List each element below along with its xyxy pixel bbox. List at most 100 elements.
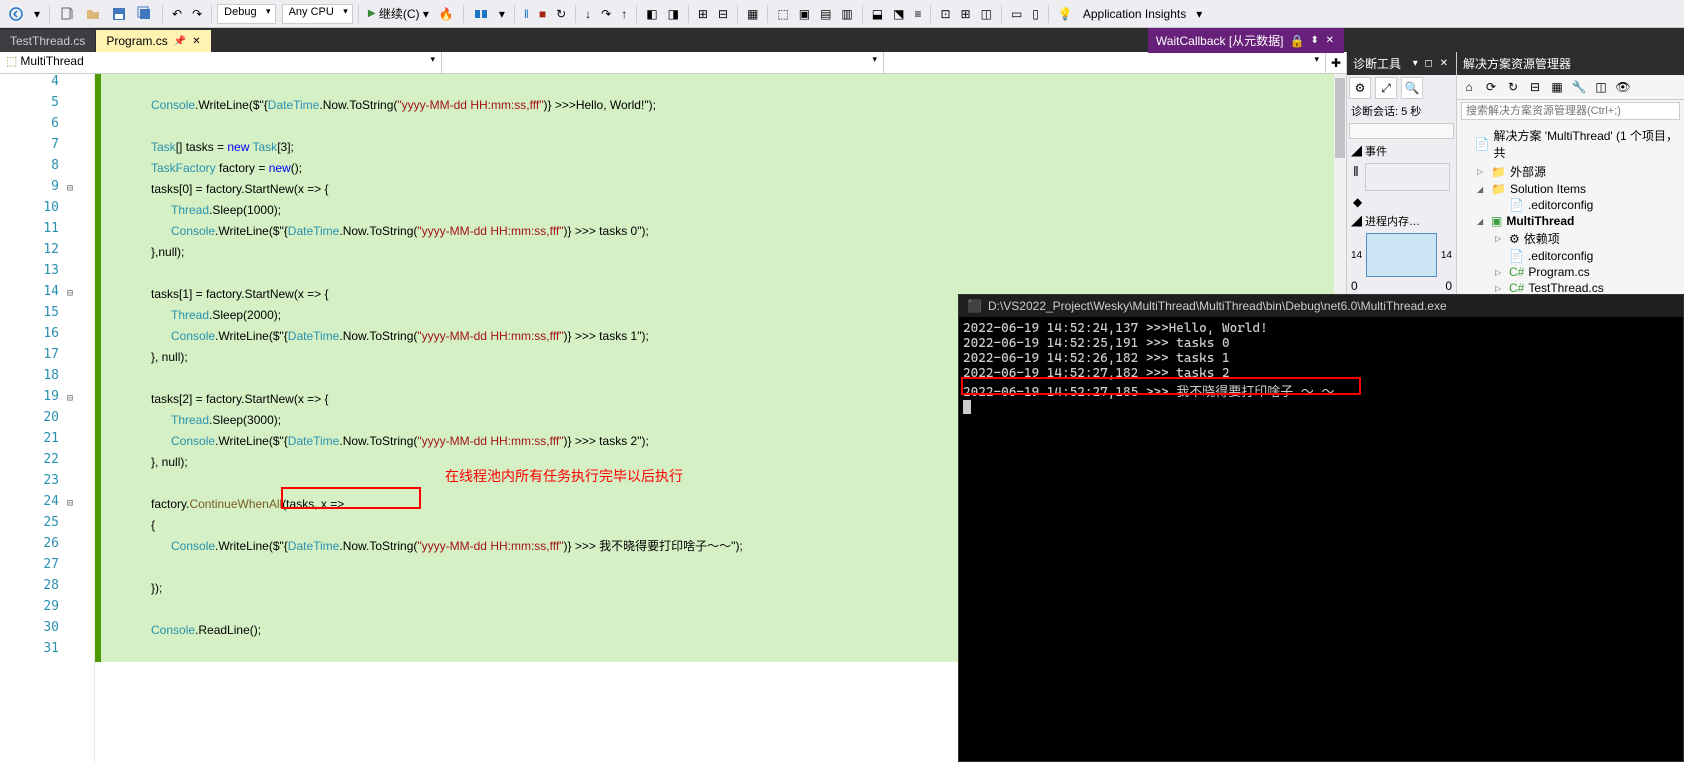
- code-line[interactable]: Task[] tasks = new Task[3];: [101, 137, 1334, 158]
- tree-deps[interactable]: ▷ ⚙ 依赖项: [1459, 229, 1682, 248]
- tool-icon-l[interactable]: ≡: [910, 3, 925, 25]
- diag-settings-icon[interactable]: ⚙: [1349, 77, 1371, 99]
- app-insights-drop[interactable]: ▾: [1192, 3, 1206, 25]
- restart-icon[interactable]: ↻: [552, 3, 570, 25]
- tree-solitems[interactable]: ◢ 📁 Solution Items: [1459, 181, 1682, 197]
- expand-icon[interactable]: ▷: [1477, 167, 1487, 176]
- tree-external[interactable]: ▷ 📁 外部源: [1459, 162, 1682, 181]
- undo-icon[interactable]: ↶: [168, 3, 186, 25]
- step-into-icon[interactable]: ↓: [581, 3, 595, 25]
- panel-controls[interactable]: ▾ ◻ ✕: [1413, 58, 1450, 69]
- code-line[interactable]: tasks[0] = factory.StartNew(x => {: [101, 179, 1334, 200]
- console-title-bar[interactable]: ⬛ D:\VS2022_Project\Wesky\MultiThread\Mu…: [959, 295, 1683, 317]
- nav-scope[interactable]: ⬚ MultiThread: [0, 52, 442, 73]
- expand-icon[interactable]: ◢: [1477, 217, 1487, 226]
- code-line[interactable]: Console.WriteLine($"{DateTime.Now.ToStri…: [101, 95, 1334, 116]
- sol-props-icon[interactable]: 🔧: [1569, 77, 1589, 97]
- nav-back-icon[interactable]: [4, 3, 28, 25]
- sol-collapse-icon[interactable]: ⊟: [1525, 77, 1545, 97]
- metadata-tab[interactable]: WaitCallback [从元数据] 🔒 ⬍ ✕: [1148, 28, 1344, 53]
- tree-programcs[interactable]: ▷ C# Program.cs: [1459, 264, 1682, 280]
- step-out-icon[interactable]: ↑: [617, 3, 631, 25]
- tool-icon-p[interactable]: ▭: [1007, 3, 1026, 25]
- diag-zoom-icon[interactable]: 🔍: [1401, 77, 1423, 99]
- tool-icon-f[interactable]: ⬚: [773, 3, 792, 25]
- tool-icon-b[interactable]: ◨: [664, 3, 683, 25]
- app-insights-icon[interactable]: 💡: [1054, 3, 1077, 25]
- expand-icon[interactable]: ▷: [1495, 268, 1505, 277]
- expand-icon[interactable]: ▷: [1495, 234, 1505, 243]
- fold-icon[interactable]: ⊟: [67, 288, 79, 299]
- diag-zoom-fit-icon[interactable]: ⤢: [1375, 77, 1397, 99]
- tool-icon-c[interactable]: ⊞: [694, 3, 712, 25]
- nav-member[interactable]: [884, 52, 1326, 73]
- expand-icon[interactable]: ◢: [1477, 185, 1487, 194]
- tool-icon-k[interactable]: ⬔: [889, 3, 908, 25]
- stop-icon[interactable]: ■: [535, 3, 550, 25]
- tool-icon-a[interactable]: ◧: [642, 3, 661, 25]
- sol-refresh-icon[interactable]: ↻: [1503, 77, 1523, 97]
- code-line[interactable]: [101, 116, 1334, 137]
- diag-memory-header[interactable]: ◢ 进程内存…: [1347, 211, 1456, 231]
- split-icon[interactable]: ✚: [1326, 52, 1346, 73]
- fold-icon[interactable]: ⊟: [67, 183, 79, 194]
- save-all-icon[interactable]: [133, 3, 157, 25]
- scrollbar-thumb[interactable]: [1335, 78, 1345, 158]
- console-output[interactable]: 2022-06-19 14:52:24,137 >>>Hello, World!…: [959, 317, 1683, 421]
- tool-icon-n[interactable]: ⊞: [957, 3, 975, 25]
- new-file-icon[interactable]: [55, 3, 79, 25]
- app-insights-label[interactable]: Application Insights: [1079, 3, 1190, 25]
- tool-icon-o[interactable]: ◫: [977, 3, 996, 25]
- memory-graph[interactable]: [1366, 233, 1437, 277]
- diag-timeline-graph[interactable]: [1349, 123, 1454, 139]
- diag-events-header[interactable]: ◢ 事件: [1347, 141, 1456, 161]
- step-icon-1[interactable]: [469, 3, 493, 25]
- sol-sync-icon[interactable]: ⟳: [1481, 77, 1501, 97]
- tree-project[interactable]: ◢ ▣ MultiThread: [1459, 213, 1682, 229]
- redo-icon[interactable]: ↷: [188, 3, 206, 25]
- tool-icon-m[interactable]: ⊡: [936, 3, 954, 25]
- code-line[interactable]: TaskFactory factory = new();: [101, 158, 1334, 179]
- tab-testthread[interactable]: TestThread.cs: [0, 30, 95, 52]
- events-graph[interactable]: [1365, 163, 1450, 191]
- code-line[interactable]: Thread.Sleep(1000);: [101, 200, 1334, 221]
- fold-icon[interactable]: ⊟: [67, 498, 79, 509]
- tool-icon-q[interactable]: ▯: [1028, 3, 1043, 25]
- close-icon[interactable]: ✕: [192, 36, 200, 47]
- sol-view-icon[interactable]: ◫: [1591, 77, 1611, 97]
- save-icon[interactable]: [107, 3, 131, 25]
- solution-tree[interactable]: 📄 解决方案 'MultiThread' (1 个项目，共 ▷ 📁 外部源 ◢ …: [1457, 122, 1684, 300]
- pin-icon[interactable]: 📌: [174, 36, 186, 47]
- nav-fwd-icon[interactable]: ▾: [30, 3, 44, 25]
- fold-icon[interactable]: ⊟: [67, 393, 79, 404]
- expand-icon[interactable]: ▷: [1495, 284, 1505, 293]
- tool-icon-d[interactable]: ⊟: [714, 3, 732, 25]
- tree-root[interactable]: 📄 解决方案 'MultiThread' (1 个项目，共: [1459, 126, 1682, 162]
- sol-preview-icon[interactable]: 👁: [1613, 77, 1633, 97]
- tool-icon-j[interactable]: ⬓: [868, 3, 887, 25]
- sol-showall-icon[interactable]: ▦: [1547, 77, 1567, 97]
- code-line[interactable]: [101, 74, 1334, 95]
- platform-dropdown[interactable]: Any CPU: [282, 4, 353, 24]
- hot-reload-icon[interactable]: 🔥: [435, 3, 458, 25]
- tool-icon-h[interactable]: ▤: [816, 3, 835, 25]
- tree-editorconfig1[interactable]: 📄 .editorconfig: [1459, 197, 1682, 213]
- pause-icon[interactable]: ‖: [520, 3, 533, 25]
- config-dropdown[interactable]: Debug: [217, 4, 275, 24]
- code-line[interactable]: Console.WriteLine($"{DateTime.Now.ToStri…: [101, 221, 1334, 242]
- code-line[interactable]: },null);: [101, 242, 1334, 263]
- tab-program[interactable]: Program.cs 📌 ✕: [96, 30, 210, 52]
- sol-home-icon[interactable]: ⌂: [1459, 77, 1479, 97]
- step-over-icon[interactable]: ↷: [597, 3, 615, 25]
- open-icon[interactable]: [81, 3, 105, 25]
- tool-icon-g[interactable]: ▣: [795, 3, 814, 25]
- tool-icon-e[interactable]: ▦: [743, 3, 762, 25]
- continue-button[interactable]: ▶ 继续(C) ▾: [364, 3, 433, 25]
- tree-editorconfig2[interactable]: 📄 .editorconfig: [1459, 248, 1682, 264]
- code-line[interactable]: [101, 263, 1334, 284]
- step-icon-2[interactable]: ▾: [495, 3, 509, 25]
- tool-icon-i[interactable]: ▥: [837, 3, 856, 25]
- solution-search-input[interactable]: [1461, 102, 1680, 120]
- metadata-tab-controls[interactable]: ⬍ ✕: [1310, 35, 1336, 46]
- console-window[interactable]: ⬛ D:\VS2022_Project\Wesky\MultiThread\Mu…: [958, 294, 1684, 762]
